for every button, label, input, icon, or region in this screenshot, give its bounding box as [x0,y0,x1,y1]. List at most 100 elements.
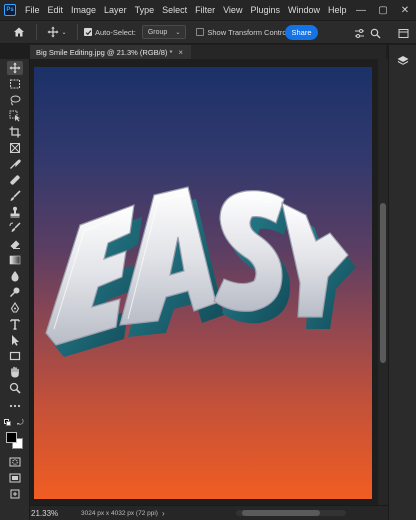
home-icon [14,27,24,37]
gradient-tool[interactable] [7,253,23,267]
menu-window[interactable]: Window [288,0,320,20]
zoom-tool[interactable] [7,381,23,395]
auto-select-checkbox[interactable] [84,28,92,36]
menu-filter[interactable]: Filter [195,0,215,20]
stamp-icon [10,206,20,218]
quick-mask-icon [9,457,21,467]
menu-plugins[interactable]: Plugins [250,0,280,20]
crop-tool[interactable] [7,125,23,139]
photoshop-logo: Ps [4,4,16,16]
menu-image[interactable]: Image [71,0,96,20]
menu-edit[interactable]: Edit [48,0,64,20]
menu-help[interactable]: Help [328,0,347,20]
options-bar: ⌄ Auto-Select: Group ⌄ Show Transform Co… [0,20,416,44]
marquee-icon [10,79,20,89]
home-button[interactable] [8,21,30,43]
object-selection-icon [9,110,20,122]
blur-tool[interactable] [7,269,23,283]
menu-view[interactable]: View [223,0,242,20]
letter-s [213,190,285,312]
maximize-button[interactable]: ▢ [372,0,394,20]
eraser-icon [10,240,20,249]
default-colors-icon[interactable] [4,419,12,427]
lasso-tool[interactable] [7,93,23,107]
auto-select-target-dropdown[interactable]: Group ⌄ [141,25,187,39]
tools-panel: ⤾ [0,59,30,520]
move-tool[interactable] [7,61,23,75]
edit-toolbar-button[interactable] [7,399,23,413]
screen-mode-button[interactable] [7,471,23,485]
menu-select[interactable]: Select [162,0,187,20]
healing-brush-icon [10,175,20,185]
vertical-scrollbar[interactable] [378,59,388,505]
letter-y [281,201,349,318]
spot-healing-brush-tool[interactable] [7,173,23,187]
zoom-icon [9,382,21,394]
artboard-icon [10,489,20,499]
screen-mode-icon [9,473,21,483]
status-info-menu-button[interactable]: › [162,509,165,518]
eyedropper-tool[interactable] [7,157,23,171]
hand-tool[interactable] [7,365,23,379]
settings-button[interactable] [352,26,366,40]
gradient-icon [9,255,21,265]
object-selection-tool[interactable] [7,109,23,123]
hand-icon [11,366,19,378]
quick-mask-button[interactable] [7,455,23,469]
rectangle-tool[interactable] [7,349,23,363]
path-selection-tool[interactable] [7,333,23,347]
close-button[interactable]: ✕ [394,0,416,20]
history-brush-tool[interactable] [7,221,23,235]
move-icon [47,26,59,38]
move-tool-preset-button[interactable]: ⌄ [43,22,71,42]
document-tab-title: Big Smile Editing.jpg @ 21.3% (RGB/8) * [36,47,173,57]
horizontal-scrollbar-thumb[interactable] [242,510,320,516]
dodge-tool[interactable] [7,285,23,299]
eraser-tool[interactable] [7,237,23,251]
document-tab[interactable]: Big Smile Editing.jpg @ 21.3% (RGB/8) * … [30,45,192,59]
pen-icon [10,302,20,313]
pen-tool[interactable] [7,301,23,315]
more-icon [9,404,21,408]
lasso-icon [10,95,21,106]
share-for-review-button[interactable] [7,487,23,501]
workspace-button[interactable] [396,26,410,40]
document-canvas[interactable] [34,67,372,499]
search-icon [370,28,380,38]
rectangle-icon [9,351,21,361]
menu-layer[interactable]: Layer [104,0,127,20]
dodge-icon [9,287,20,298]
menu-file[interactable]: File [25,0,40,20]
history-brush-icon [9,222,21,232]
status-bar: 21.33% 3024 px x 4032 px (72 ppi) › [30,505,388,520]
clone-stamp-tool[interactable] [7,205,23,219]
zoom-level[interactable]: 21.33% [31,509,77,518]
eyedropper-icon [10,159,21,169]
document-tab-bar: Big Smile Editing.jpg @ 21.3% (RGB/8) * … [30,45,386,59]
options-separator [77,24,78,40]
vertical-scrollbar-thumb[interactable] [380,203,386,363]
menu-type[interactable]: Type [135,0,155,20]
workspace-icon [398,28,408,38]
canvas-area[interactable] [30,59,378,505]
layers-panel-button[interactable] [395,53,411,69]
share-button[interactable]: Share [285,25,318,40]
frame-tool[interactable] [7,141,23,155]
crop-icon [9,126,21,138]
move-icon [9,62,21,74]
rectangular-marquee-tool[interactable] [7,77,23,91]
search-button[interactable] [368,26,382,40]
brush-tool[interactable] [7,189,23,203]
type-icon [10,319,20,330]
horizontal-scrollbar[interactable] [236,510,346,516]
close-tab-icon[interactable]: × [178,48,183,57]
swap-colors-icon[interactable]: ⤾ [17,418,24,428]
type-tool[interactable] [7,317,23,331]
document-dimensions: 3024 px x 4032 px (72 ppi) [81,509,158,517]
menu-bar: Ps File Edit Image Layer Type Select Fil… [0,0,416,20]
show-transform-controls-checkbox[interactable] [196,28,205,36]
panel-dock [388,45,416,520]
auto-select-target-value: Group [147,28,168,36]
foreground-color-swatch[interactable] [6,432,17,443]
minimize-button[interactable]: — [350,0,372,20]
